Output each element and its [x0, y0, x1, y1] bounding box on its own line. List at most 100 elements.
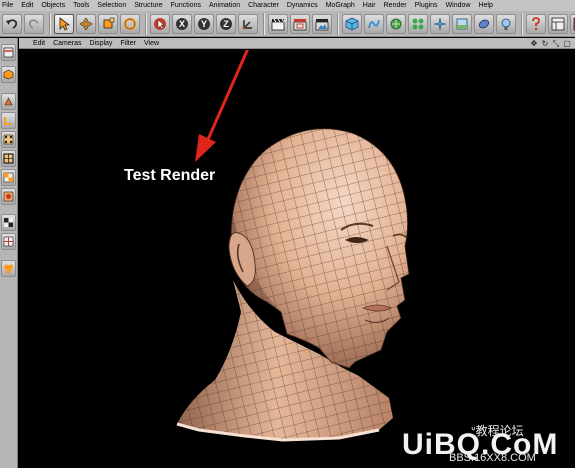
axis-z-label: Z — [223, 19, 229, 29]
move-icon — [79, 16, 93, 31]
deformer-icon — [433, 17, 447, 30]
menu-dynamics[interactable]: Dynamics — [287, 0, 318, 11]
menu-plugins[interactable]: Plugins — [415, 0, 438, 11]
menu-selection[interactable]: Selection — [97, 0, 126, 11]
viewport-menu-edit[interactable]: Edit — [33, 38, 45, 49]
axis-y-button[interactable]: Y — [194, 13, 214, 34]
menu-tools[interactable]: Tools — [73, 0, 89, 11]
layout-button[interactable] — [548, 13, 568, 34]
use-texture-axis-button[interactable] — [1, 112, 16, 129]
deformer-button[interactable] — [430, 13, 450, 34]
select-tool-button[interactable] — [54, 13, 74, 34]
clapper-icon — [271, 18, 285, 30]
camera-button[interactable] — [474, 13, 494, 34]
cube-icon — [345, 17, 359, 30]
use-model-tool-button[interactable] — [1, 44, 16, 61]
edges-tool-icon — [3, 153, 14, 164]
axis-z-button[interactable]: Z — [216, 13, 236, 34]
perspective-viewport[interactable]: Test Render ᐡ教程论坛 UiBQ.CoM BBS.16XX8.COM — [19, 50, 575, 468]
viewport-menu-filter[interactable]: Filter — [120, 38, 136, 49]
tweak-mode-button[interactable] — [1, 214, 16, 231]
toolbar-separator — [49, 12, 51, 35]
array-icon — [412, 18, 424, 29]
main-menubar: File Edit Objects Tools Selection Struct… — [0, 0, 575, 11]
menu-hair[interactable]: Hair — [363, 0, 376, 11]
enable-axis-button[interactable] — [1, 188, 16, 205]
help-icon — [532, 16, 540, 30]
test-render-label: Test Render — [124, 167, 216, 184]
workplane-button[interactable] — [1, 233, 16, 250]
undo-icon — [6, 18, 17, 29]
viewport-menu-display[interactable]: Display — [89, 38, 112, 49]
menu-structure[interactable]: Structure — [134, 0, 162, 11]
nurbs-button[interactable] — [386, 13, 406, 34]
enable-axis-icon — [3, 191, 14, 202]
maximize-view-icon[interactable]: ▢ — [563, 39, 571, 48]
mograph-palette-button[interactable] — [1, 260, 16, 277]
environment-button[interactable] — [452, 13, 472, 34]
scale-tool-button[interactable] — [98, 13, 118, 34]
menu-animation[interactable]: Animation — [209, 0, 240, 11]
cursor-icon — [59, 16, 71, 31]
axis-x-label: X — [179, 19, 185, 29]
axis-x-button[interactable]: X — [172, 13, 192, 34]
help-button[interactable] — [526, 13, 546, 34]
texture-tool-icon — [4, 97, 13, 106]
pan-view-icon[interactable]: ✥ — [530, 39, 538, 48]
render-view-button[interactable] — [268, 13, 288, 34]
picture-viewer-icon — [315, 18, 329, 30]
use-object-tool-button[interactable] — [1, 66, 16, 83]
viewport-menubar: Edit Cameras Display Filter View ✥ ↻ ⤡ ▢ — [19, 38, 575, 49]
mograph-icon — [4, 264, 13, 274]
redo-icon — [29, 18, 39, 29]
use-polygons-tool-button[interactable] — [1, 169, 16, 186]
viewport-menu-cameras[interactable]: Cameras — [53, 38, 81, 49]
render-to-picture-viewer-button[interactable] — [312, 13, 332, 34]
menu-character[interactable]: Character — [248, 0, 279, 11]
render-region-button[interactable] — [290, 13, 310, 34]
axis-z-icon: Z — [220, 17, 232, 30]
camera-icon — [478, 19, 490, 28]
light-button[interactable] — [496, 13, 516, 34]
coordinate-system-button[interactable] — [238, 13, 258, 34]
points-tool-icon — [3, 134, 14, 145]
toolbar-separator — [337, 12, 339, 35]
menu-functions[interactable]: Functions — [171, 0, 201, 11]
rotate-icon — [123, 17, 137, 30]
environment-icon — [456, 18, 468, 29]
cube-object-button[interactable] — [342, 13, 362, 34]
spline-pen-button[interactable] — [364, 13, 384, 34]
use-texture-tool-button[interactable] — [1, 93, 16, 110]
light-icon — [501, 18, 511, 30]
menu-help[interactable]: Help — [478, 0, 492, 11]
bodypaint-button[interactable] — [570, 13, 575, 34]
viewport-navigation: ✥ ↻ ⤡ ▢ — [527, 39, 571, 48]
menu-render[interactable]: Render — [384, 0, 407, 11]
array-button[interactable] — [408, 13, 428, 34]
undo-button[interactable] — [2, 13, 22, 34]
toolbar-separator — [521, 12, 523, 35]
layout-icon — [551, 17, 565, 30]
checker-icon — [4, 218, 13, 227]
model-tool-icon — [3, 47, 14, 58]
menu-mograph[interactable]: MoGraph — [326, 0, 355, 11]
live-selection-button[interactable] — [150, 13, 170, 34]
arrow-head — [195, 134, 216, 162]
scale-icon — [103, 17, 115, 28]
menu-edit[interactable]: Edit — [21, 0, 33, 11]
object-tool-icon — [3, 69, 14, 80]
rotate-tool-button[interactable] — [120, 13, 140, 34]
menu-objects[interactable]: Objects — [41, 0, 65, 11]
workplane-icon — [3, 236, 14, 247]
viewport-menu-view[interactable]: View — [144, 38, 159, 49]
menu-file[interactable]: File — [2, 0, 13, 11]
move-tool-button[interactable] — [76, 13, 96, 34]
rotate-view-icon[interactable]: ↻ — [541, 39, 549, 48]
zoom-view-icon[interactable]: ⤡ — [552, 39, 560, 48]
redo-button[interactable] — [24, 13, 44, 34]
use-points-tool-button[interactable] — [1, 131, 16, 148]
axis-x-icon: X — [176, 17, 188, 30]
use-edges-tool-button[interactable] — [1, 150, 16, 167]
menu-window[interactable]: Window — [446, 0, 471, 11]
axis-y-label: Y — [201, 19, 207, 29]
